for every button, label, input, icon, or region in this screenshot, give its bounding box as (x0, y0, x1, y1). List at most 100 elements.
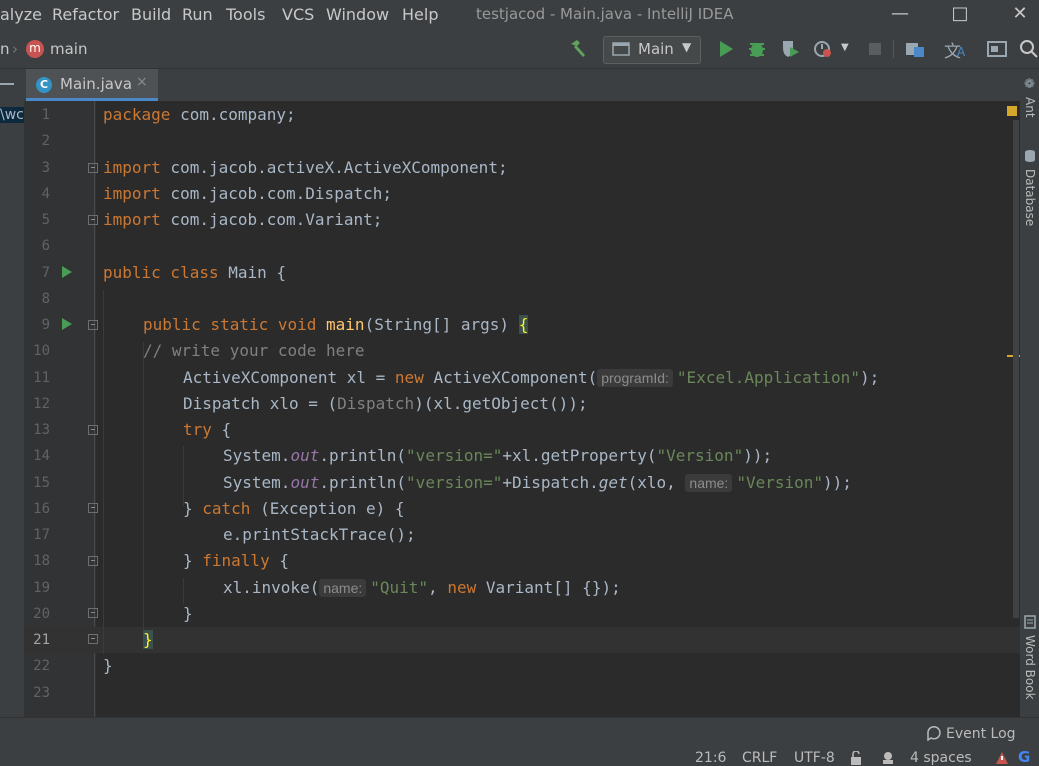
fold-marker-icon[interactable] (88, 215, 98, 225)
status-bar: Event Log 21:6 CRLF UTF-8 4 spaces G (0, 717, 1039, 766)
stop-icon[interactable] (864, 38, 886, 60)
minimize-button[interactable]: — (880, 0, 920, 30)
fold-marker-icon[interactable] (88, 163, 98, 173)
project-panel-path[interactable]: \wc (0, 107, 24, 123)
parameter-hint: name: (685, 474, 733, 492)
line-number: 4 (41, 186, 50, 202)
tab-close-icon[interactable]: × (136, 74, 148, 90)
tool-window-word-book[interactable]: Word Book (1023, 635, 1037, 700)
string-literal: "Version" (656, 446, 744, 465)
breadcrumb-current[interactable]: main (50, 40, 87, 58)
tool-window-ant[interactable]: Ant (1023, 97, 1037, 118)
profiler-icon[interactable] (812, 38, 834, 60)
project-structure-icon[interactable] (904, 38, 926, 60)
file-encoding[interactable]: UTF-8 (794, 750, 835, 766)
breadcrumb-prev[interactable]: n (0, 40, 10, 58)
code-text: e.printStackTrace(); (223, 525, 416, 544)
fold-marker-icon[interactable] (88, 634, 98, 644)
code-line-18[interactable]: } finally { (183, 551, 289, 570)
menu-analyze[interactable]: alyze (0, 5, 42, 24)
caret-position[interactable]: 21:6 (695, 750, 726, 766)
current-line-highlight (24, 627, 1020, 653)
breadcrumb-separator-icon: › (12, 40, 18, 58)
line-number: 8 (41, 291, 50, 307)
fold-marker-icon[interactable] (88, 503, 98, 513)
menu-window[interactable]: Window (326, 5, 389, 24)
code-line-20[interactable]: } (183, 604, 193, 623)
build-hammer-icon[interactable] (567, 38, 589, 60)
code-text: (Exception e) { (250, 499, 405, 518)
run-main-gutter-icon[interactable] (62, 318, 72, 330)
code-line-14[interactable]: System.out.println("version="+xl.getProp… (223, 446, 772, 465)
code-text: ); (859, 368, 880, 387)
google-icon[interactable]: G (1018, 748, 1030, 766)
line-number: 10 (33, 343, 50, 359)
search-icon[interactable] (1018, 38, 1039, 60)
code-line-22[interactable]: } (103, 656, 113, 675)
code-text: +xl.getProperty( (502, 446, 657, 465)
code-line-21[interactable]: } (143, 630, 153, 649)
ant-icon: ❁ (1024, 77, 1035, 92)
parameter-hint: name: (319, 579, 367, 597)
string-literal: "version=" (406, 446, 503, 465)
code-text: System. (223, 473, 291, 492)
keyword: try (183, 420, 212, 439)
code-line-4[interactable]: import com.jacob.com.Dispatch; (103, 184, 392, 203)
menu-help[interactable]: Help (402, 5, 438, 24)
code-line-19[interactable]: xl.invoke(name: "Quit", new Variant[] {})… (223, 578, 621, 597)
code-text: } (103, 656, 113, 675)
run-with-coverage-icon[interactable] (779, 38, 801, 60)
fold-marker-icon[interactable] (88, 425, 98, 435)
hide-panel-icon[interactable] (0, 83, 14, 85)
maximize-button[interactable]: □ (940, 0, 980, 30)
vertical-scrollbar[interactable] (1013, 120, 1019, 618)
profiler-dropdown-icon[interactable]: ▼ (841, 42, 849, 53)
menu-vcs[interactable]: VCS (282, 5, 314, 24)
code-line-17[interactable]: e.printStackTrace(); (223, 525, 416, 544)
presentation-mode-icon[interactable] (986, 38, 1008, 60)
comment: // write your code here (143, 341, 365, 360)
fold-marker-icon[interactable] (88, 608, 98, 618)
indent-setting[interactable]: 4 spaces (910, 750, 972, 766)
code-text: .println( (319, 446, 407, 465)
code-text: com.company; (170, 105, 296, 124)
keyword: new (447, 578, 477, 597)
menu-build[interactable]: Build (131, 5, 171, 24)
code-line-16[interactable]: } catch (Exception e) { (183, 499, 405, 518)
menu-refactor[interactable]: Refactor (52, 5, 119, 24)
code-line-10[interactable]: // write your code here (143, 341, 365, 360)
code-text: { (269, 551, 289, 570)
fold-marker-icon[interactable] (88, 556, 98, 566)
keyword: public class (103, 263, 219, 282)
code-line-5[interactable]: import com.jacob.com.Variant; (103, 210, 382, 229)
menu-tools[interactable]: Tools (226, 5, 265, 24)
event-log-button[interactable]: Event Log (946, 726, 1016, 742)
line-number: 6 (41, 238, 50, 254)
debug-icon[interactable] (746, 38, 768, 60)
code-line-11[interactable]: ActiveXComponent xl = new ActiveXCompone… (183, 368, 879, 387)
code-text: } (183, 604, 193, 623)
code-line-13[interactable]: try { (183, 420, 231, 439)
line-separator[interactable]: CRLF (742, 750, 777, 766)
code-line-7[interactable]: public class Main { (103, 263, 286, 282)
run-configuration-select[interactable]: Main ▼ (603, 36, 701, 64)
code-line-3[interactable]: import com.jacob.activeX.ActiveXComponen… (103, 158, 508, 177)
close-window-button[interactable]: ✕ (1000, 0, 1039, 30)
keyword: import (103, 210, 161, 229)
run-icon[interactable] (715, 38, 737, 60)
menu-run[interactable]: Run (182, 5, 213, 24)
plugin-shortcut-icon[interactable] (994, 750, 1010, 766)
fold-marker-icon[interactable] (88, 320, 98, 330)
warning-marker-icon[interactable] (1007, 106, 1017, 116)
code-text: , (428, 578, 448, 597)
code-line-1[interactable]: package com.company; (103, 105, 296, 124)
tab-main-java[interactable]: C Main.java × (26, 69, 158, 101)
run-class-gutter-icon[interactable] (62, 266, 72, 278)
code-line-12[interactable]: Dispatch xlo = (Dispatch)(xl.getObject()… (183, 394, 588, 413)
unlock-icon[interactable] (849, 751, 863, 765)
tool-window-database[interactable]: Database (1023, 169, 1037, 226)
code-line-15[interactable]: System.out.println("version="+Dispatch.g… (223, 473, 852, 492)
keyword: import (103, 184, 161, 203)
inspector-icon[interactable] (880, 750, 896, 766)
code-line-9[interactable]: public static void main(String[] args) { (143, 315, 529, 334)
